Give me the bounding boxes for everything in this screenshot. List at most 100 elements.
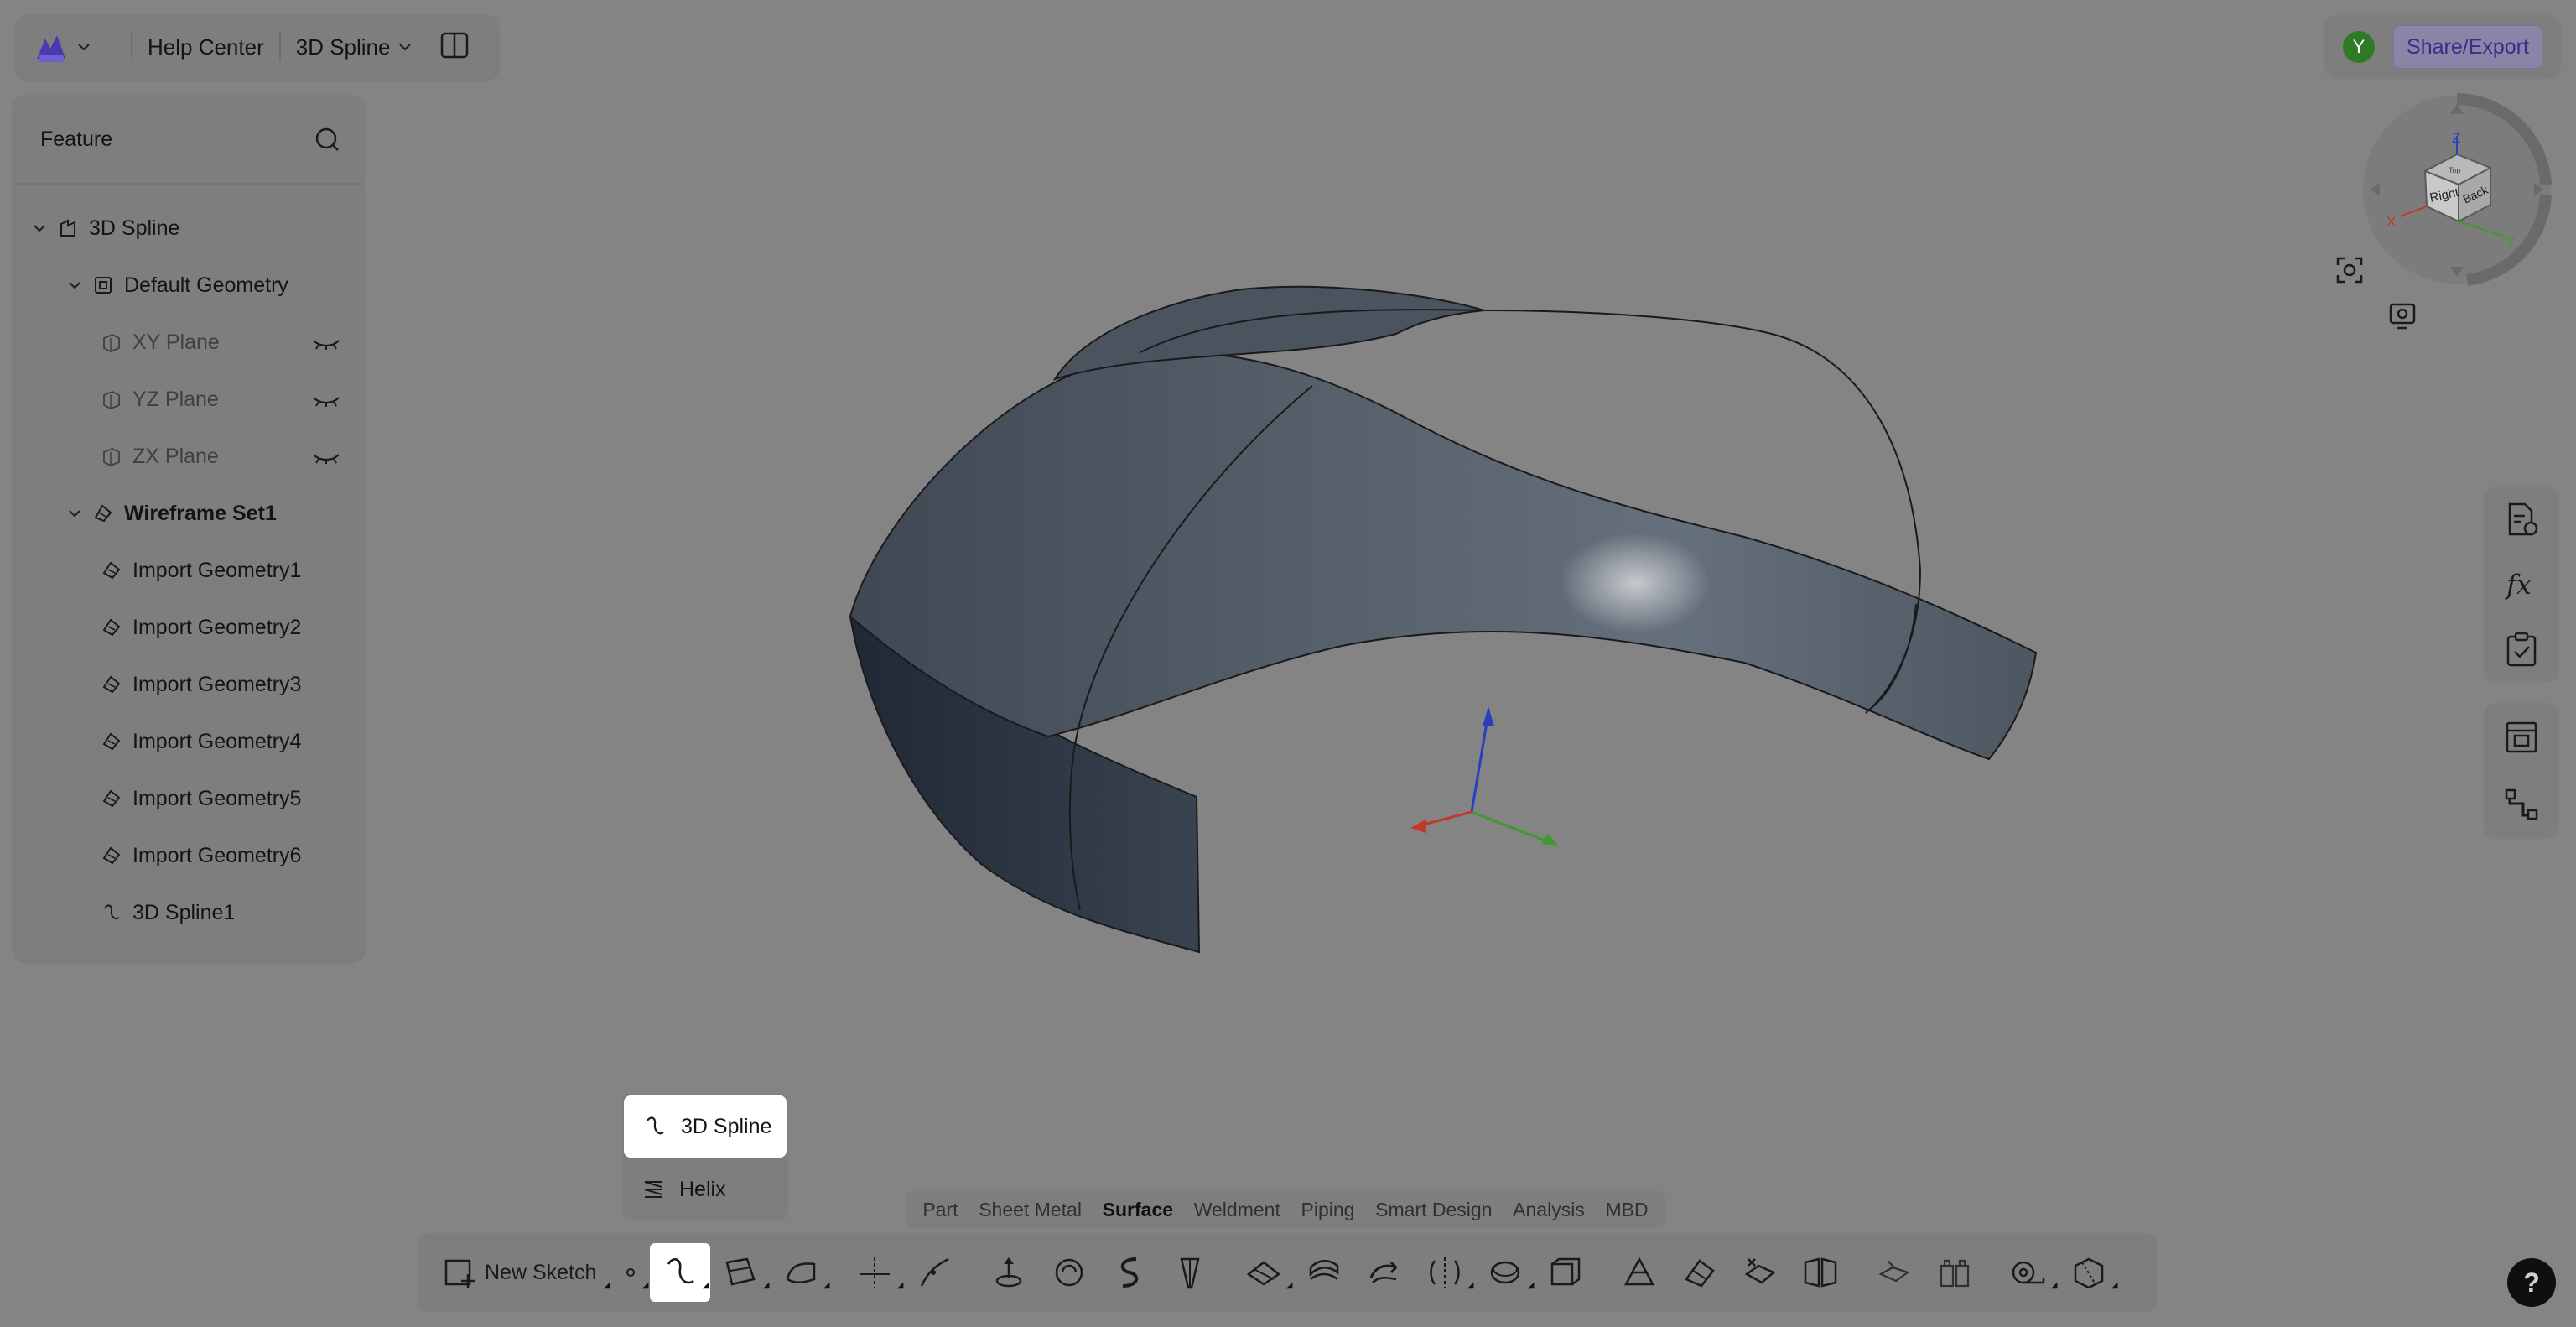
section-view-icon xyxy=(2075,1257,2104,1289)
avatar[interactable]: Y xyxy=(2343,31,2375,63)
axis-x-label: X xyxy=(2386,214,2396,230)
tree-item-label: Import Geometry2 xyxy=(132,615,302,639)
tab-analysis[interactable]: Analysis xyxy=(1513,1199,1585,1221)
chevron-down-icon xyxy=(399,44,412,51)
loft-surface-button[interactable] xyxy=(1160,1243,1220,1302)
menu-item-helix[interactable]: Helix xyxy=(622,1159,788,1220)
helix-icon xyxy=(644,1181,662,1198)
tree-item[interactable]: Wireframe Set1 xyxy=(13,485,364,542)
tree-item-label: YZ Plane xyxy=(132,387,219,411)
section-view-button[interactable]: ◢ xyxy=(2059,1243,2119,1302)
view-cube[interactable]: Right Back Top X Y Z xyxy=(2358,91,2556,289)
tree-item[interactable]: Import Geometry1 xyxy=(13,542,364,599)
visibility-hidden-icon[interactable] xyxy=(312,332,340,356)
spline-tool-button[interactable]: ◢ xyxy=(650,1243,711,1302)
tab-mbd[interactable]: MBD xyxy=(1606,1199,1649,1221)
unfold-surface-button[interactable] xyxy=(1790,1243,1851,1302)
tab-smart-design[interactable]: Smart Design xyxy=(1375,1199,1492,1221)
3d-viewport[interactable] xyxy=(0,0,2576,1327)
measure-tool-button[interactable]: ◢ xyxy=(1998,1243,2059,1302)
mode-tabs: Part Sheet Metal Surface Weldment Piping Smar… xyxy=(906,1191,1665,1228)
tree-item-label: Import Geometry6 xyxy=(132,843,302,867)
default-geometry-icon xyxy=(92,274,114,296)
offset-surface-button[interactable] xyxy=(1294,1243,1354,1302)
curve-tool-button[interactable] xyxy=(905,1243,965,1302)
new-sketch-button[interactable]: New Sketch ◢ xyxy=(443,1243,611,1302)
tree-item[interactable]: 3D Spline1 xyxy=(13,884,364,941)
share-export-button[interactable]: Share/Export xyxy=(2393,25,2542,69)
tree-item[interactable]: Import Geometry6 xyxy=(13,827,364,884)
mass-tool-button[interactable] xyxy=(1924,1243,1985,1302)
revolve-surface-button[interactable] xyxy=(1039,1243,1099,1302)
tab-part[interactable]: Part xyxy=(922,1199,958,1221)
function-icon[interactable]: fx xyxy=(2503,566,2540,603)
tab-weldment[interactable]: Weldment xyxy=(1194,1199,1280,1221)
visibility-hidden-icon[interactable] xyxy=(312,446,340,471)
tree-item[interactable]: Import Geometry5 xyxy=(13,770,364,827)
unfold-icon xyxy=(1805,1257,1837,1288)
knit-surface-button[interactable] xyxy=(1670,1243,1730,1302)
drawing-sheet-icon[interactable] xyxy=(2503,719,2540,756)
chevron-down-icon[interactable] xyxy=(65,509,84,518)
fill-surface-icon xyxy=(1551,1257,1581,1286)
tab-surface[interactable]: Surface xyxy=(1103,1199,1173,1221)
search-icon[interactable] xyxy=(314,126,340,153)
panel-toggle-button[interactable] xyxy=(440,32,469,63)
extrude-icon xyxy=(996,1257,1022,1288)
point-tool-button[interactable]: ◢ xyxy=(611,1243,650,1302)
menu-item-3d-spline[interactable]: 3D Spline xyxy=(624,1095,787,1158)
surface-tool-button[interactable]: ◢ xyxy=(710,1243,771,1302)
boundary-tool-button[interactable]: ◢ xyxy=(771,1243,831,1302)
tree-item[interactable]: Default Geometry xyxy=(13,257,364,314)
tree-item-label: XY Plane xyxy=(132,330,220,354)
tree-item[interactable]: ZX Plane xyxy=(13,428,364,485)
mirror-icon xyxy=(1430,1257,1461,1288)
tree-item[interactable]: Import Geometry3 xyxy=(13,656,364,713)
thicken-surface-button[interactable]: ◢ xyxy=(1475,1243,1535,1302)
tree-item-label: 3D Spline xyxy=(89,216,180,240)
split-surface-button[interactable] xyxy=(1609,1243,1670,1302)
sidebar-toggle-icon xyxy=(441,32,469,58)
tree-item[interactable]: 3D Spline xyxy=(13,200,364,257)
mirror-surface-button[interactable]: ◢ xyxy=(1415,1243,1475,1302)
chevron-down-icon[interactable] xyxy=(30,224,49,232)
extend-surface-button[interactable] xyxy=(1354,1243,1415,1302)
delete-face-icon xyxy=(1745,1258,1776,1284)
fill-surface-button[interactable] xyxy=(1535,1243,1596,1302)
tree-item[interactable]: XY Plane xyxy=(13,314,364,371)
divider xyxy=(131,32,132,62)
tree-item[interactable]: Import Geometry4 xyxy=(13,713,364,770)
measure-tape-icon xyxy=(2012,1261,2045,1284)
tab-sheet-metal[interactable]: Sheet Metal xyxy=(979,1199,1082,1221)
checklist-icon[interactable] xyxy=(2503,632,2540,669)
tree-item-label: Default Geometry xyxy=(124,273,288,297)
fit-view-icon[interactable] xyxy=(2334,255,2365,285)
chevron-down-icon[interactable] xyxy=(65,281,84,289)
tree-item[interactable]: YZ Plane xyxy=(13,371,364,428)
display-mode-icon[interactable] xyxy=(2388,302,2417,330)
tab-piping[interactable]: Piping xyxy=(1301,1199,1355,1221)
new-sketch-label: New Sketch xyxy=(485,1260,597,1284)
convert-solid-button[interactable] xyxy=(1864,1243,1924,1302)
tree-item[interactable]: Import Geometry2 xyxy=(13,599,364,656)
document-name-dropdown[interactable]: 3D Spline xyxy=(296,34,413,60)
visibility-hidden-icon[interactable] xyxy=(312,389,340,414)
trim-surface-button[interactable]: ◢ xyxy=(1233,1243,1294,1302)
feature-panel-header: Feature xyxy=(13,96,364,185)
extrude-surface-button[interactable] xyxy=(979,1243,1039,1302)
document-settings-icon[interactable] xyxy=(2503,501,2540,538)
help-center-link[interactable]: Help Center xyxy=(148,34,264,60)
right-tools-top: fx xyxy=(2484,487,2559,683)
routing-icon[interactable] xyxy=(2503,787,2540,824)
app-logo[interactable] xyxy=(32,30,116,64)
sweep-surface-button[interactable] xyxy=(1099,1243,1160,1302)
help-button[interactable]: ? xyxy=(2507,1258,2556,1307)
delete-face-button[interactable] xyxy=(1730,1243,1790,1302)
new-sketch-icon xyxy=(444,1259,475,1288)
import-geometry-icon xyxy=(101,559,122,581)
sweep-icon xyxy=(1121,1257,1139,1288)
spline-icon xyxy=(667,1258,695,1284)
offset-surface-icon xyxy=(1310,1260,1339,1281)
tree-item-label: Import Geometry1 xyxy=(132,558,302,582)
reference-plane-button[interactable]: ◢ xyxy=(844,1243,905,1302)
